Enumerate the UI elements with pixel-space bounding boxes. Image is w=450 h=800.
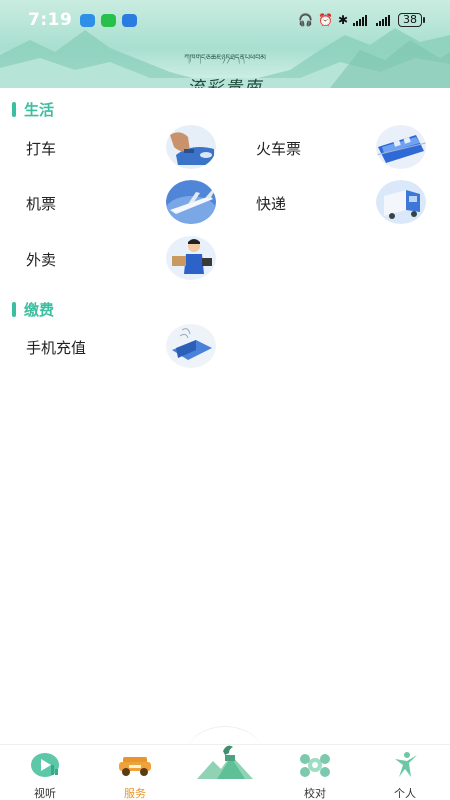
delivery-truck-icon (376, 180, 426, 224)
wechat-notification-icon (101, 13, 117, 27)
alarm-icon: ⏰ (317, 13, 333, 27)
service-label: 手机充值 (26, 339, 87, 357)
tab-label: 服务 (124, 788, 146, 800)
service-item-takeout[interactable]: 外卖 (26, 236, 216, 282)
section-marker (12, 102, 16, 117)
brand-script: ཀཁགངཅཆཇཉཏཐདནཔཕབམ (184, 53, 266, 62)
phone-recharge-icon (166, 324, 216, 368)
service-label: 火车票 (256, 140, 302, 158)
ornament-icon (300, 754, 330, 777)
header-banner: 7:19 🎧 ⏰ ✱ 38 ཀཁགངཅཆཇཉཏཐདནཔཕབམ 流彩贵南 (0, 0, 450, 88)
tab-audiovisual[interactable]: 视听 (10, 745, 80, 800)
section-title-life: 生活 (12, 99, 54, 120)
car-icon (119, 757, 151, 776)
signal-icon-2 (376, 14, 390, 26)
mountain-goat-icon (197, 745, 253, 779)
taxi-hand-icon (166, 125, 216, 169)
service-item-taxi[interactable]: 打车 (26, 125, 216, 171)
notification-icons (80, 13, 138, 27)
section-title-payment: 缴费 (12, 299, 54, 320)
tab-label: 个人 (394, 788, 416, 800)
app-notification-icon (80, 13, 96, 27)
service-item-phone-recharge[interactable]: 手机充值 (26, 324, 216, 370)
service-item-flight-ticket[interactable]: 机票 (26, 180, 216, 226)
section-marker (12, 302, 16, 317)
service-label: 打车 (26, 140, 57, 158)
tab-label: 校对 (304, 788, 326, 800)
status-indicators: 🎧 ⏰ ✱ 38 (298, 13, 425, 27)
tab-home[interactable] (190, 745, 260, 800)
service-item-express[interactable]: 快递 (256, 180, 426, 226)
status-time: 7:19 (28, 10, 73, 30)
service-label: 快递 (256, 195, 287, 213)
service-label: 机票 (26, 195, 57, 213)
bottom-tab-bar: 视听 服务 校对 个人 (0, 744, 450, 800)
video-play-icon (31, 753, 59, 777)
tab-label: 视听 (34, 788, 56, 800)
service-label: 外卖 (26, 251, 57, 269)
brand-title: 流彩贵南 (187, 78, 263, 88)
service-item-train-ticket[interactable]: 火车票 (256, 125, 426, 171)
bluetooth-icon: ✱ (337, 13, 348, 27)
battery-indicator: 38 (398, 13, 425, 27)
status-bar: 7:19 🎧 ⏰ ✱ 38 (0, 0, 450, 40)
section-title-text: 生活 (24, 102, 55, 119)
brand-logo: ཀཁགངཅཆཇཉཏཐདནཔཕབམ 流彩贵南 (165, 48, 285, 88)
tab-profile[interactable]: 个人 (370, 745, 440, 800)
dancer-icon (395, 752, 417, 777)
train-icon (376, 125, 426, 169)
tab-proofread[interactable]: 校对 (280, 745, 350, 800)
headphones-icon: 🎧 (298, 13, 313, 27)
airplane-icon (166, 180, 216, 224)
courier-icon (166, 236, 216, 280)
tab-services[interactable]: 服务 (100, 745, 170, 800)
signal-icon (353, 14, 367, 26)
section-title-text: 缴费 (24, 302, 55, 319)
mail-notification-icon (122, 13, 138, 27)
